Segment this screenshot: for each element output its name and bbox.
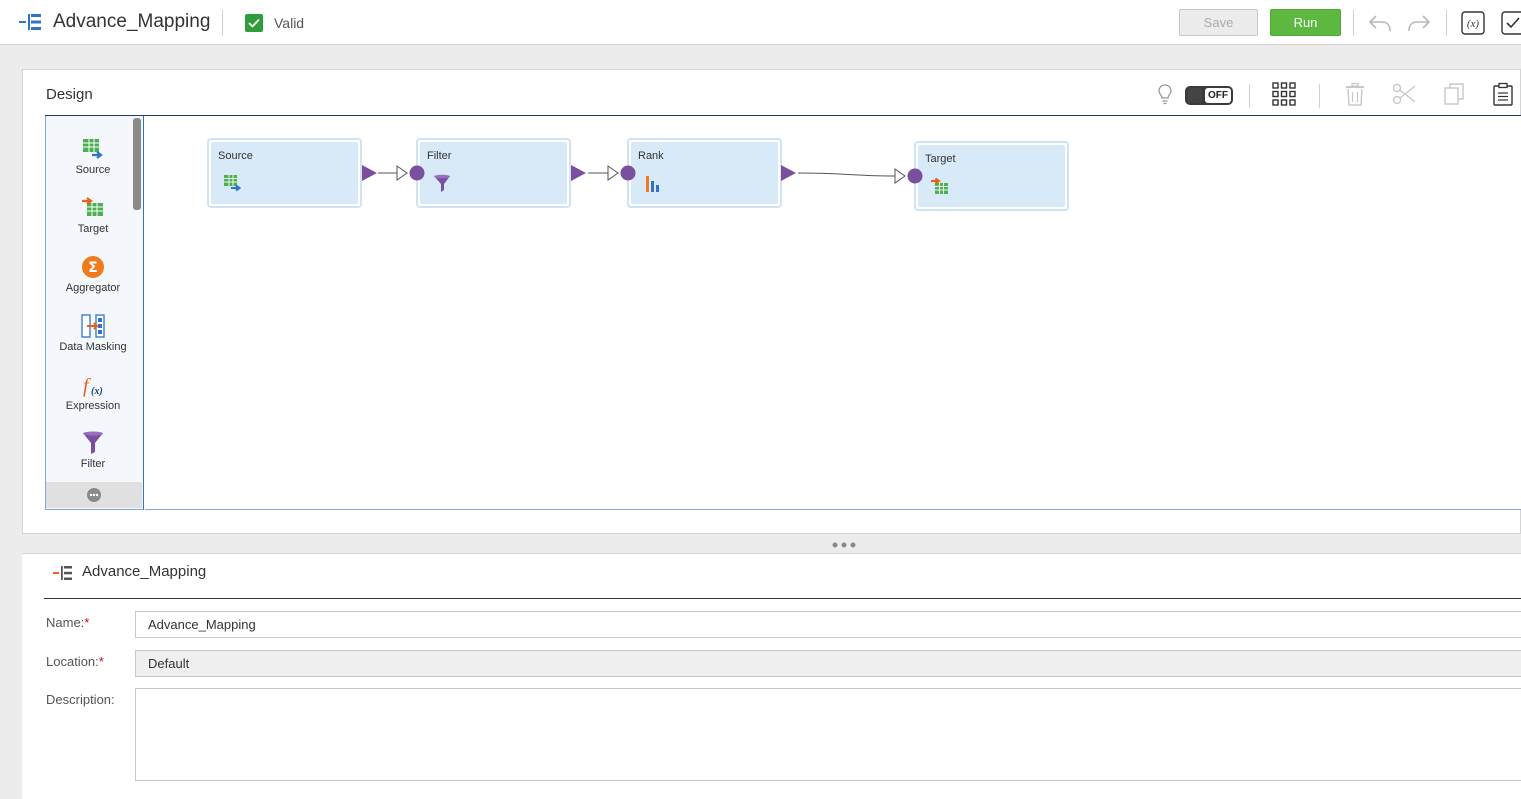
save-button[interactable]: Save bbox=[1179, 9, 1258, 36]
description-label: Description: bbox=[46, 692, 115, 707]
expression-icon[interactable]: (x) bbox=[1460, 10, 1486, 36]
more-options-icon[interactable] bbox=[87, 488, 101, 502]
name-label: Name:* bbox=[46, 615, 90, 630]
palette-item-expression[interactable]: f (x) Expression bbox=[46, 372, 140, 412]
location-field[interactable]: Default bbox=[135, 650, 1521, 677]
valid-status: Valid bbox=[274, 15, 305, 31]
design-title: Design bbox=[46, 86, 93, 103]
filter-icon bbox=[83, 431, 103, 454]
divider bbox=[1446, 10, 1447, 36]
valid-check-icon bbox=[245, 14, 263, 32]
output-port[interactable] bbox=[361, 164, 379, 182]
palette-item-target[interactable]: Target bbox=[46, 195, 140, 235]
node-rank[interactable]: Rank bbox=[627, 138, 782, 208]
palette-label: Expression bbox=[65, 400, 121, 412]
redo-icon[interactable] bbox=[1406, 10, 1432, 36]
input-port[interactable] bbox=[408, 164, 426, 182]
name-field[interactable]: Advance_Mapping bbox=[135, 611, 1521, 638]
required-mark: * bbox=[84, 615, 90, 630]
properties-divider bbox=[44, 598, 1521, 599]
node-label: Target bbox=[925, 153, 956, 165]
node-label: Rank bbox=[638, 150, 664, 162]
transformation-palette: Source Target Σ Aggregator Data Masking … bbox=[45, 116, 144, 510]
svg-text:f: f bbox=[83, 375, 91, 397]
toggle-knob bbox=[1187, 88, 1202, 103]
palette-item-aggregator[interactable]: Σ Aggregator bbox=[46, 254, 140, 294]
palette-label: Data Masking bbox=[59, 341, 127, 353]
rank-icon bbox=[646, 176, 659, 192]
svg-text:(x): (x) bbox=[91, 386, 103, 397]
palette-label: Source bbox=[75, 164, 111, 176]
undo-icon[interactable] bbox=[1367, 10, 1393, 36]
auto-arrange-toggle[interactable]: OFF bbox=[1185, 86, 1233, 105]
properties-title: Advance_Mapping bbox=[82, 563, 207, 580]
input-port[interactable] bbox=[906, 167, 924, 185]
data-masking-icon bbox=[81, 314, 105, 338]
divider bbox=[1319, 84, 1320, 108]
svg-text:Σ: Σ bbox=[88, 260, 98, 276]
svg-text:(x): (x) bbox=[1467, 18, 1480, 30]
toggle-label: OFF bbox=[1205, 88, 1231, 103]
mapping-icon bbox=[19, 14, 41, 30]
output-port[interactable] bbox=[570, 164, 588, 182]
divider bbox=[222, 10, 223, 36]
cut-icon[interactable] bbox=[1392, 82, 1416, 106]
mapping-canvas[interactable]: Source Filter Rank Target bbox=[145, 116, 1521, 510]
palette-label: Filter bbox=[80, 458, 106, 470]
source-icon bbox=[224, 175, 242, 192]
palette-item-source[interactable]: Source bbox=[46, 136, 140, 176]
panel-splitter-handle[interactable] bbox=[830, 541, 860, 549]
node-label: Filter bbox=[427, 150, 452, 162]
node-filter[interactable]: Filter bbox=[416, 138, 571, 208]
filter-icon bbox=[434, 174, 450, 192]
properties-panel: Advance_Mapping Name:* Advance_Mapping L… bbox=[22, 553, 1521, 799]
source-icon bbox=[83, 139, 103, 159]
node-target[interactable]: Target bbox=[914, 141, 1069, 211]
palette-more bbox=[46, 482, 142, 508]
expression-icon: f (x) bbox=[83, 375, 103, 397]
divider bbox=[1249, 84, 1250, 108]
palette-item-data-masking[interactable]: Data Masking bbox=[46, 313, 140, 353]
target-icon bbox=[82, 197, 103, 216]
design-panel: Design OFF Source Target Σ Aggregator Da… bbox=[22, 69, 1521, 534]
run-button[interactable]: Run bbox=[1270, 9, 1341, 36]
delete-icon[interactable] bbox=[1343, 82, 1367, 106]
mapping-title: Advance_Mapping bbox=[53, 11, 211, 32]
aggregator-icon: Σ bbox=[82, 256, 104, 278]
output-port[interactable] bbox=[780, 164, 798, 182]
palette-label: Target bbox=[77, 223, 109, 235]
location-label: Location:* bbox=[46, 654, 104, 669]
palette-item-filter[interactable]: Filter bbox=[46, 430, 140, 470]
node-label: Source bbox=[218, 150, 253, 162]
palette-label: Aggregator bbox=[65, 282, 121, 294]
required-mark: * bbox=[98, 654, 104, 669]
paste-icon[interactable] bbox=[1491, 82, 1515, 106]
top-bar: Advance_Mapping Valid Save Run (x) bbox=[0, 0, 1521, 45]
target-icon bbox=[931, 177, 948, 194]
node-source[interactable]: Source bbox=[207, 138, 362, 208]
lightbulb-icon[interactable] bbox=[1153, 82, 1177, 106]
input-port[interactable] bbox=[619, 164, 637, 182]
copy-icon[interactable] bbox=[1442, 82, 1466, 106]
mapping-icon bbox=[53, 566, 72, 580]
description-field[interactable] bbox=[135, 688, 1521, 781]
grid-icon[interactable] bbox=[1272, 82, 1296, 106]
divider bbox=[1353, 10, 1354, 36]
validate-icon[interactable] bbox=[1500, 10, 1521, 36]
